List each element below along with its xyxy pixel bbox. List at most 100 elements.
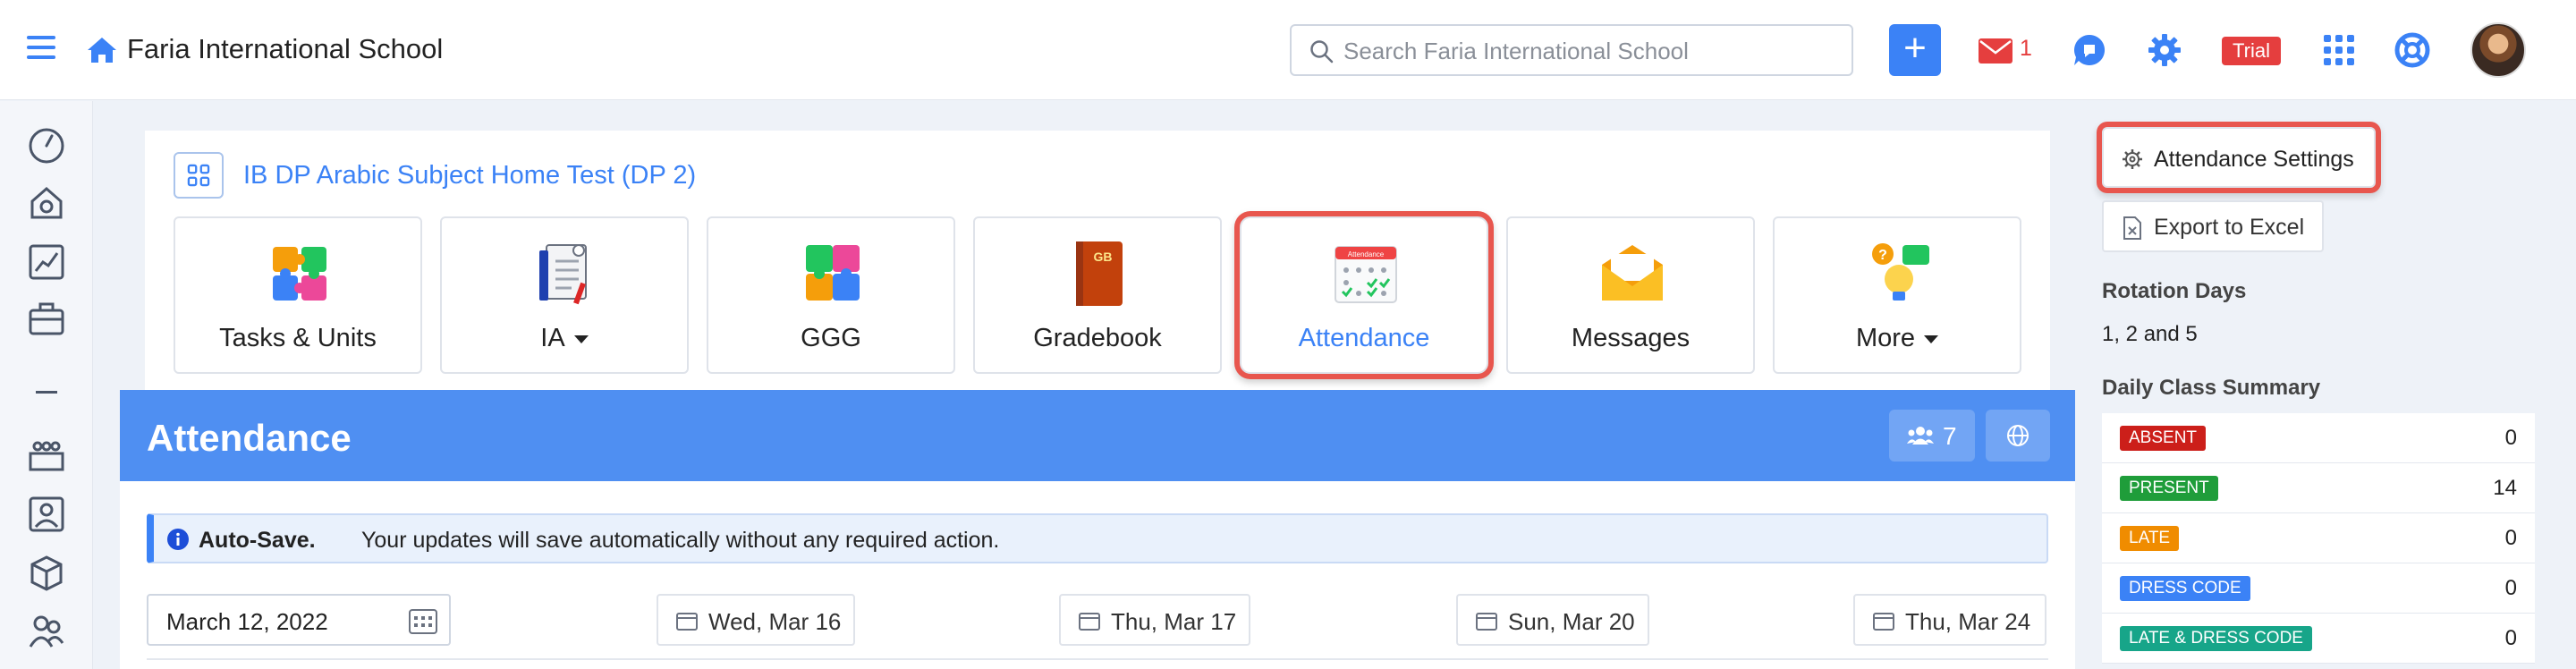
students-count: 7 bbox=[1943, 422, 1957, 450]
chart-icon[interactable] bbox=[27, 242, 66, 282]
svg-text:?: ? bbox=[1878, 248, 1887, 263]
tile-tasks-units[interactable]: Tasks & Units bbox=[174, 216, 422, 374]
summary-count: 0 bbox=[2504, 626, 2517, 650]
tile-ggg[interactable]: GGG bbox=[707, 216, 955, 374]
status-badge: LATE bbox=[2120, 526, 2180, 551]
users-icon[interactable] bbox=[27, 611, 66, 650]
info-icon bbox=[167, 529, 189, 550]
rotation-days-title: Rotation Days bbox=[2102, 279, 2247, 303]
day-button-thu-mar-24[interactable]: Thu, Mar 24 bbox=[1853, 594, 2046, 646]
attendance-icon-text: Attendance bbox=[1348, 250, 1385, 258]
summary-row-late-dress-code: LATE & DRESS CODE 0 bbox=[2102, 614, 2535, 664]
summary-row-dress-code: DRESS CODE 0 bbox=[2102, 563, 2535, 614]
mail-count: 1 bbox=[2020, 36, 2032, 61]
puzzle-pieces-icon bbox=[806, 245, 860, 301]
user-avatar[interactable] bbox=[2470, 22, 2526, 78]
autosave-notice: Auto-Save. Your updates will save automa… bbox=[147, 513, 2048, 563]
students-count-button[interactable]: 7 bbox=[1889, 410, 1975, 462]
summary-row-present: PRESENT 14 bbox=[2102, 463, 2535, 513]
teacher-icon[interactable] bbox=[27, 495, 66, 534]
mail-icon[interactable] bbox=[1979, 38, 2012, 64]
grid-icon[interactable] bbox=[174, 152, 224, 199]
export-excel-label: Export to Excel bbox=[2154, 215, 2305, 240]
class-title[interactable]: IB DP Arabic Subject Home Test (DP 2) bbox=[243, 161, 696, 191]
day-button-wed-mar-16[interactable]: Wed, Mar 16 bbox=[657, 594, 855, 646]
gradebook-icon-text: GB bbox=[1094, 250, 1113, 264]
search-box[interactable] bbox=[1290, 24, 1853, 76]
school-name[interactable]: Faria International School bbox=[127, 33, 443, 65]
summary-count: 14 bbox=[2493, 476, 2517, 500]
chat-icon[interactable] bbox=[2072, 32, 2107, 68]
table-divider bbox=[147, 658, 2048, 660]
calendar-icon bbox=[676, 613, 698, 631]
status-badge: DRESS CODE bbox=[2120, 576, 2250, 601]
summary-row-absent: ABSENT 0 bbox=[2102, 413, 2535, 463]
globe-icon bbox=[2007, 425, 2029, 446]
day-button-sun-mar-20[interactable]: Sun, Mar 20 bbox=[1456, 594, 1649, 646]
classes-icon[interactable] bbox=[27, 436, 66, 475]
envelope-icon bbox=[1602, 245, 1663, 301]
class-nav-card: IB DP Arabic Subject Home Test (DP 2) Ta… bbox=[145, 131, 2050, 390]
autosave-label: Auto-Save. bbox=[199, 528, 316, 553]
top-bar: Faria International School + 1 Trial bbox=[0, 0, 2576, 100]
attendance-calendar-icon: Attendance bbox=[1335, 246, 1397, 303]
users-icon bbox=[1907, 427, 1934, 445]
tile-label: Messages bbox=[1571, 324, 1690, 352]
tile-more[interactable]: ? More bbox=[1773, 216, 2021, 374]
tile-label: Attendance bbox=[1298, 324, 1430, 352]
gear-icon[interactable] bbox=[2147, 32, 2182, 68]
summary-count: 0 bbox=[2504, 526, 2517, 550]
excel-file-icon bbox=[2123, 216, 2141, 240]
export-excel-button[interactable]: Export to Excel bbox=[2102, 200, 2324, 252]
trial-badge[interactable]: Trial bbox=[2222, 37, 2281, 65]
help-lifebuoy-icon[interactable] bbox=[2394, 31, 2431, 69]
dashboard-icon[interactable] bbox=[27, 126, 66, 165]
briefcase-icon[interactable] bbox=[27, 300, 66, 339]
attendance-settings-label: Attendance Settings bbox=[2154, 147, 2354, 172]
search-input[interactable] bbox=[1343, 35, 1844, 67]
caret-down-icon bbox=[573, 334, 589, 343]
attendance-title: Attendance bbox=[147, 417, 352, 459]
day-label: Thu, Mar 24 bbox=[1905, 608, 2031, 635]
tile-messages[interactable]: Messages bbox=[1506, 216, 1755, 374]
calendar-icon bbox=[1873, 613, 1894, 631]
tile-ia[interactable]: IA bbox=[440, 216, 689, 374]
date-picker-input[interactable]: March 12, 2022 bbox=[147, 594, 451, 646]
cube-icon[interactable] bbox=[27, 554, 66, 593]
day-label: Thu, Mar 17 bbox=[1111, 608, 1237, 635]
day-label: Sun, Mar 20 bbox=[1508, 608, 1635, 635]
globe-button[interactable] bbox=[1986, 410, 2050, 462]
status-badge: ABSENT bbox=[2120, 426, 2207, 451]
tile-label: Tasks & Units bbox=[219, 324, 377, 352]
summary-count: 0 bbox=[2504, 576, 2517, 600]
day-label: Wed, Mar 16 bbox=[708, 608, 842, 635]
gear-icon bbox=[2123, 149, 2142, 169]
tile-label: Gradebook bbox=[1033, 324, 1162, 352]
tile-attendance[interactable]: Attendance Attendance bbox=[1240, 216, 1488, 374]
attendance-body: Auto-Save. Your updates will save automa… bbox=[120, 481, 2075, 669]
left-sidebar bbox=[0, 101, 93, 669]
ideas-bulb-icon: ? bbox=[1872, 243, 1929, 301]
home-icon[interactable] bbox=[27, 183, 66, 223]
attendance-settings-button[interactable]: Attendance Settings bbox=[2102, 127, 2376, 188]
search-icon bbox=[1310, 40, 1334, 64]
daily-summary-title: Daily Class Summary bbox=[2102, 376, 2321, 400]
caret-down-icon bbox=[1924, 334, 1939, 343]
date-value: March 12, 2022 bbox=[166, 608, 328, 635]
menu-icon[interactable] bbox=[27, 36, 55, 59]
tile-label: GGG bbox=[801, 324, 861, 352]
tile-gradebook[interactable]: GB Gradebook bbox=[973, 216, 1222, 374]
calendar-grid-icon[interactable] bbox=[408, 606, 438, 635]
add-button[interactable]: + bbox=[1889, 24, 1941, 76]
gradebook-icon: GB bbox=[1076, 241, 1123, 306]
apps-grid-icon[interactable] bbox=[2324, 35, 2354, 65]
attendance-header: Attendance 7 bbox=[120, 390, 2075, 481]
calendar-icon bbox=[1476, 613, 1497, 631]
home-icon[interactable] bbox=[86, 36, 118, 64]
day-button-thu-mar-17[interactable]: Thu, Mar 17 bbox=[1059, 594, 1250, 646]
sidebar-divider bbox=[36, 391, 57, 394]
report-document-icon bbox=[539, 244, 587, 305]
summary-count: 0 bbox=[2504, 426, 2517, 450]
calendar-icon bbox=[1079, 613, 1100, 631]
puzzle-icon bbox=[273, 247, 326, 301]
